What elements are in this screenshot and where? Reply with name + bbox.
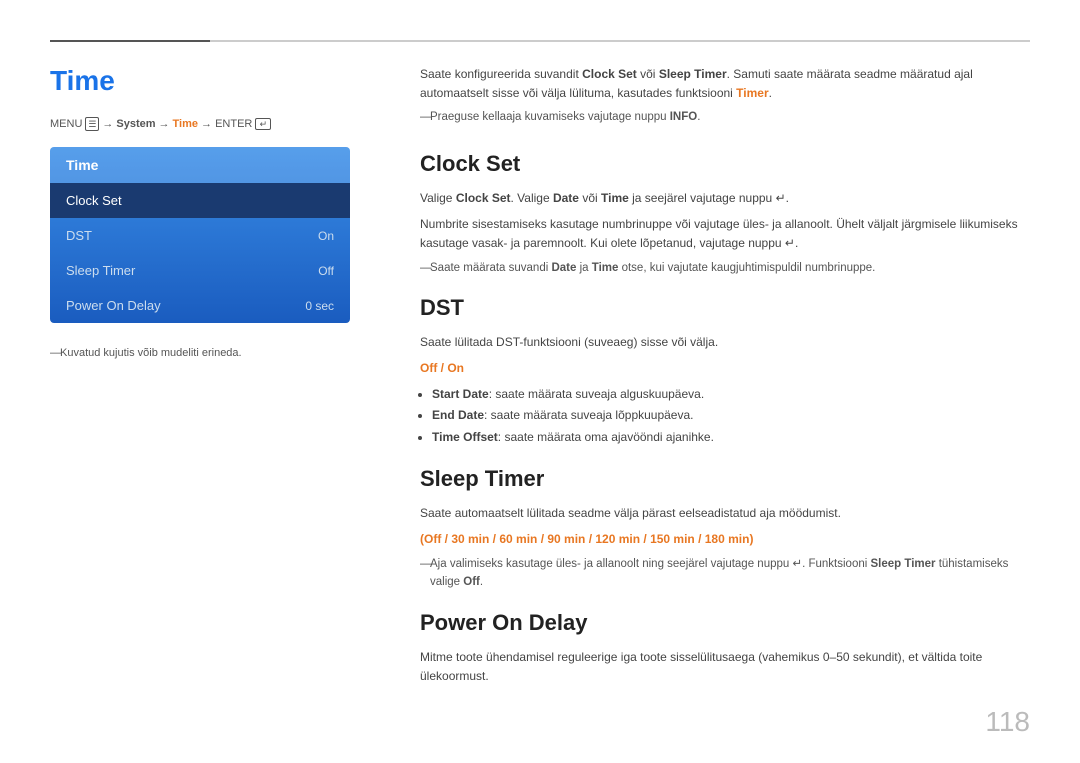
dst-label: DST xyxy=(66,228,92,243)
clock-set-section: Clock Set Valige Clock Set. Valige Date … xyxy=(420,151,1030,277)
menu-label: MENU xyxy=(50,118,82,130)
menu-item-sleep-timer[interactable]: Sleep Timer Off xyxy=(50,253,350,288)
power-on-delay-label: Power On Delay xyxy=(66,298,161,313)
dst-bullet-2: End Date: saate määrata suveaja lõppkuup… xyxy=(432,405,1030,427)
enter-icon: ↵ xyxy=(255,118,271,130)
sleep-timer-body: Saate automaatselt lülitada seadme välja… xyxy=(420,504,1030,523)
dst-body: Saate lülitada DST-funktsiooni (suveaeg)… xyxy=(420,333,1030,352)
menu-box: Time Clock Set DST On Sleep Timer Off Po… xyxy=(50,147,350,323)
power-on-delay-section: Power On Delay Mitme toote ühendamisel r… xyxy=(420,610,1030,686)
menu-item-clock-set[interactable]: Clock Set xyxy=(50,183,350,218)
dst-bullet-1: Start Date: saate määrata suveaja algusk… xyxy=(432,384,1030,406)
time-label: Time xyxy=(173,118,198,130)
intro-text: Saate konfigureerida suvandit Clock Set … xyxy=(420,65,1030,103)
clock-set-note: Saate määrata suvandi Date ja Time otse,… xyxy=(420,259,1030,277)
menu-header: Time xyxy=(50,147,350,183)
clock-set-title: Clock Set xyxy=(420,151,1030,177)
clock-set-label: Clock Set xyxy=(66,193,122,208)
clock-set-body-1: Valige Clock Set. Valige Date või Time j… xyxy=(420,189,1030,208)
menu-item-power-on-delay[interactable]: Power On Delay 0 sec xyxy=(50,288,350,323)
intro-note: Praeguse kellaaja kuvamiseks vajutage nu… xyxy=(420,111,1030,123)
dst-section: DST Saate lülitada DST-funktsiooni (suve… xyxy=(420,295,1030,448)
menu-item-dst[interactable]: DST On xyxy=(50,218,350,253)
menu-path: MENU ☰ → System → Time → ENTER ↵ xyxy=(50,117,380,131)
dst-title: DST xyxy=(420,295,1030,321)
page-title: Time xyxy=(50,65,380,97)
sleep-timer-value: Off xyxy=(318,264,334,278)
menu-icon: ☰ xyxy=(85,117,99,131)
power-on-delay-body: Mitme toote ühendamisel reguleerige iga … xyxy=(420,648,1030,686)
dst-bullets: Start Date: saate määrata suveaja algusk… xyxy=(432,384,1030,449)
system-label: System xyxy=(116,118,155,130)
dst-options: Off / On xyxy=(420,359,1030,378)
left-note: Kuvatud kujutis võib mudeliti erineda. xyxy=(50,347,380,359)
left-column: Time MENU ☰ → System → Time → ENTER ↵ Ti… xyxy=(50,65,380,359)
top-border-accent xyxy=(50,40,210,42)
right-column: Saate konfigureerida suvandit Clock Set … xyxy=(420,65,1030,698)
dst-value: On xyxy=(318,229,334,243)
clock-set-body-2: Numbrite sisestamiseks kasutage numbrinu… xyxy=(420,215,1030,253)
power-on-delay-value: 0 sec xyxy=(305,299,334,313)
sleep-timer-title: Sleep Timer xyxy=(420,466,1030,492)
sleep-timer-label: Sleep Timer xyxy=(66,263,135,278)
page-number: 118 xyxy=(985,706,1030,738)
sleep-timer-options: (Off / 30 min / 60 min / 90 min / 120 mi… xyxy=(420,530,1030,549)
power-on-delay-title: Power On Delay xyxy=(420,610,1030,636)
sleep-timer-section: Sleep Timer Saate automaatselt lülitada … xyxy=(420,466,1030,591)
sleep-timer-note: Aja valimiseks kasutage üles- ja allanoo… xyxy=(420,555,1030,592)
dst-bullet-3: Time Offset: saate määrata oma ajavööndi… xyxy=(432,427,1030,449)
